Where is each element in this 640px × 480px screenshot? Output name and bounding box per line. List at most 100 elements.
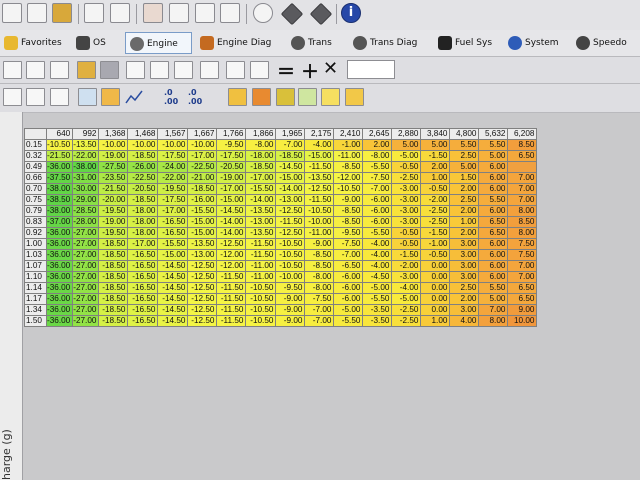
grid-cell[interactable]: -14.50 bbox=[157, 260, 189, 272]
grid-cell[interactable]: 9.00 bbox=[507, 304, 538, 316]
grid-cell[interactable]: -8.50 bbox=[304, 260, 335, 272]
grid-cell[interactable]: -5.00 bbox=[391, 293, 422, 305]
grid-cell[interactable]: 8.00 bbox=[507, 227, 538, 239]
grid-cell[interactable]: -19.00 bbox=[98, 150, 129, 162]
grid-cell[interactable]: -7.00 bbox=[304, 315, 335, 327]
grid-cell[interactable]: -0.50 bbox=[391, 161, 422, 173]
table-icon[interactable] bbox=[126, 61, 145, 79]
grid-cell[interactable]: 6.00 bbox=[478, 271, 509, 283]
grid-cell[interactable]: 5.00 bbox=[420, 139, 451, 151]
grid-cell[interactable]: 0.00 bbox=[420, 282, 451, 294]
grid-cell[interactable]: -16.50 bbox=[127, 249, 159, 261]
grid-cell[interactable]: -11.50 bbox=[216, 315, 247, 327]
grid-cell[interactable]: 3.00 bbox=[449, 249, 480, 261]
grid-cell[interactable]: -7.00 bbox=[275, 139, 306, 151]
grid-cell[interactable]: -12.50 bbox=[304, 183, 335, 195]
row-header[interactable]: 1.03 bbox=[24, 249, 47, 261]
grid-cell[interactable]: -17.00 bbox=[187, 150, 218, 162]
fill-icon[interactable] bbox=[276, 88, 295, 106]
grid-cell[interactable]: 7.00 bbox=[507, 194, 538, 206]
grid-cell[interactable]: -37.50 bbox=[45, 172, 74, 184]
grid-cell[interactable]: -8.50 bbox=[304, 249, 335, 261]
grid-cell[interactable]: -4.00 bbox=[362, 249, 393, 261]
grid-cell[interactable]: -12.50 bbox=[216, 238, 247, 250]
grid-cell[interactable]: -2.00 bbox=[391, 260, 422, 272]
grid-cell[interactable]: 2.50 bbox=[449, 194, 480, 206]
grid-cell[interactable]: -3.00 bbox=[391, 194, 422, 206]
grid-cell[interactable]: -12.50 bbox=[187, 293, 218, 305]
copy-icon[interactable] bbox=[226, 61, 245, 79]
row-header[interactable]: 0.92 bbox=[24, 227, 47, 239]
column-header[interactable]: 1,667 bbox=[187, 128, 218, 140]
grid-cell[interactable]: -8.00 bbox=[362, 150, 393, 162]
grid-cell[interactable]: -5.50 bbox=[362, 161, 393, 173]
grid-cell[interactable]: -1.50 bbox=[420, 227, 451, 239]
tab-speedo[interactable]: Speedo bbox=[572, 32, 638, 54]
grid-cell[interactable]: -15.00 bbox=[304, 150, 335, 162]
grid-cell[interactable]: -16.50 bbox=[157, 227, 189, 239]
grid-cell[interactable]: -16.00 bbox=[187, 194, 218, 206]
grid-cell[interactable]: 8.50 bbox=[507, 216, 538, 228]
grid-cell[interactable]: -4.00 bbox=[362, 238, 393, 250]
grid-cell[interactable]: -18.50 bbox=[275, 150, 306, 162]
grid-cell[interactable]: 6.50 bbox=[507, 293, 538, 305]
grid-cell[interactable]: -36.00 bbox=[45, 304, 74, 316]
write-icon[interactable] bbox=[309, 2, 333, 26]
grid-cell[interactable]: -27.00 bbox=[72, 249, 100, 261]
grid-cell[interactable]: -36.00 bbox=[45, 282, 74, 294]
grid-cell[interactable]: 5.00 bbox=[391, 139, 422, 151]
grid-cell[interactable]: -12.50 bbox=[187, 304, 218, 316]
grid-cell[interactable]: -7.50 bbox=[333, 238, 364, 250]
grid-cell[interactable]: -0.50 bbox=[420, 249, 451, 261]
grid-cell[interactable]: -27.00 bbox=[72, 271, 100, 283]
paste-icon[interactable] bbox=[250, 61, 269, 79]
grid-cell[interactable]: 7.00 bbox=[478, 304, 509, 316]
grid-cell[interactable]: -9.00 bbox=[275, 293, 306, 305]
interpolate-icon[interactable] bbox=[252, 88, 271, 106]
grid-cell[interactable]: -5.50 bbox=[362, 293, 393, 305]
grid-cell[interactable]: -0.50 bbox=[391, 238, 422, 250]
grid-cell[interactable]: -18.00 bbox=[127, 216, 159, 228]
grid-cell[interactable]: -17.50 bbox=[216, 150, 247, 162]
grid-cell[interactable]: -16.50 bbox=[127, 260, 159, 272]
select-box-icon[interactable] bbox=[321, 88, 340, 106]
grid-cell[interactable]: -1.50 bbox=[391, 249, 422, 261]
grid-cell[interactable]: 2.00 bbox=[449, 293, 480, 305]
grid-cell[interactable]: -9.00 bbox=[304, 238, 335, 250]
grid-cell[interactable]: 8.00 bbox=[478, 315, 509, 327]
grid-cell[interactable]: -14.50 bbox=[216, 205, 247, 217]
save-table-icon[interactable] bbox=[26, 61, 45, 79]
grid-cell[interactable]: -5.00 bbox=[362, 282, 393, 294]
grid-cell[interactable]: -18.50 bbox=[98, 282, 129, 294]
grid-cell[interactable]: -15.00 bbox=[157, 249, 189, 261]
row-header[interactable]: 0.83 bbox=[24, 216, 47, 228]
vehicle-info-icon[interactable] bbox=[84, 3, 104, 23]
grid-cell[interactable]: -10.50 bbox=[245, 315, 277, 327]
table-history-icon[interactable] bbox=[174, 61, 193, 79]
grid-cell[interactable]: -6.00 bbox=[333, 271, 364, 283]
column-header[interactable]: 2,880 bbox=[391, 128, 422, 140]
grid-cell[interactable]: -4.00 bbox=[304, 139, 335, 151]
grid-cell[interactable]: -13.50 bbox=[72, 139, 100, 151]
grid-cell[interactable]: -17.50 bbox=[157, 150, 189, 162]
select-cell-icon[interactable] bbox=[345, 88, 364, 106]
grid-cell[interactable]: 6.00 bbox=[478, 238, 509, 250]
tab-os[interactable]: OS bbox=[72, 32, 120, 54]
line-graph-icon[interactable] bbox=[125, 88, 144, 106]
grid-cell[interactable]: -8.00 bbox=[245, 139, 277, 151]
grid-cell[interactable]: -10.50 bbox=[333, 183, 364, 195]
grid-cell[interactable]: -13.50 bbox=[187, 238, 218, 250]
column-header[interactable]: 640 bbox=[45, 128, 74, 140]
grid-cell[interactable]: -16.50 bbox=[127, 315, 159, 327]
add-favorite-icon[interactable] bbox=[77, 61, 96, 79]
multiply-icon[interactable]: ✕ bbox=[323, 58, 338, 79]
grid-cell[interactable]: -16.50 bbox=[127, 282, 159, 294]
grid-cell[interactable]: 2.00 bbox=[362, 139, 393, 151]
grid-cell[interactable]: -7.50 bbox=[362, 172, 393, 184]
grid-cell[interactable]: 7.00 bbox=[507, 260, 538, 272]
grid-cell[interactable]: 6.00 bbox=[478, 161, 509, 173]
grid-cell[interactable]: 0.00 bbox=[420, 304, 451, 316]
column-header[interactable]: 2,410 bbox=[333, 128, 364, 140]
grid-cell[interactable]: -11.50 bbox=[245, 238, 277, 250]
grid-cell[interactable]: -14.50 bbox=[157, 315, 189, 327]
